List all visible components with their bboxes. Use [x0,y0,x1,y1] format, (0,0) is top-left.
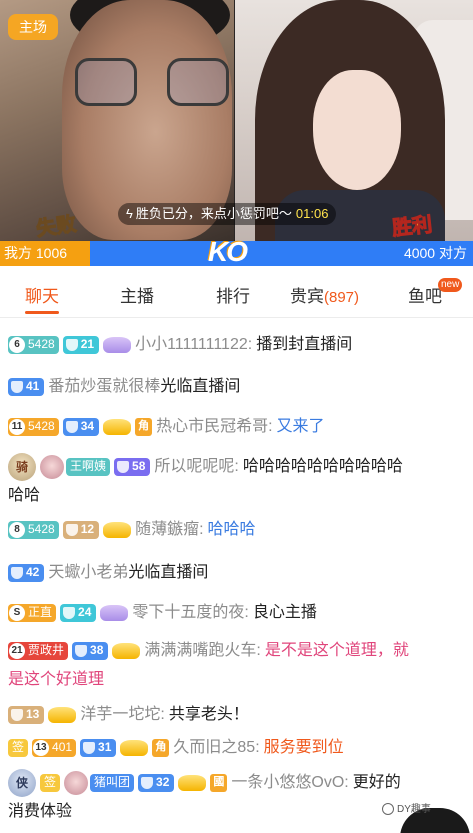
crown-icon [112,642,141,659]
chat-username[interactable]: 久而旧之85: [173,733,259,762]
chat-message: 11 5428 34 角 热心市民冠希哥: 又来了 [8,412,466,441]
noble-avatar: 侠 [8,768,36,797]
room-tag-badge: 21 贾政井 [8,641,69,660]
crown-icon [103,418,132,435]
chat-message: 签 13 401 31 角 久而旧之85: 服务要到位 [8,733,466,762]
vip-count: (897) [324,289,360,306]
user-level-badge: 38 [72,641,109,660]
user-level-badge: 31 [80,738,117,757]
sign-in-badge: 签 [40,773,61,792]
active-tab-indicator [25,311,59,314]
room-tag-badge: S 正直 [8,603,57,622]
chat-text: 光临直播间 [128,564,209,581]
tab-vip-label: 贵宾 [290,287,324,306]
chat-username[interactable]: 零下十五度的夜: [132,598,248,627]
crown-icon [120,739,149,756]
score-our-side: 我方 1006 [0,241,90,266]
new-badge: new [438,278,463,292]
crown-icon [178,774,207,791]
noble-avatar: 骑 [8,452,36,481]
user-level-badge: 24 [60,603,97,622]
chat-message: 41 番茄炒蛋就很棒 光临直播间 [8,372,466,401]
user-level-badge: 42 [8,563,45,582]
tab-rank[interactable]: 排行 [216,282,250,307]
user-level-badge: 34 [62,417,100,436]
fan-badge: 8 5428 [8,520,59,539]
chat-username[interactable]: 所以呢呢呢: [154,452,238,481]
crown-icon [48,706,77,723]
chat-text-continued: 哈哈 [8,487,41,504]
chat-username[interactable]: 天蠍小老弟 [48,558,128,587]
user-level-badge: 12 [62,520,100,539]
chat-text: 哈哈哈 [207,521,256,538]
user-level-badge: 58 [114,457,151,476]
room-tag-badge: 王啊姨 [66,457,111,476]
tab-fishbar[interactable]: 鱼吧 [408,282,442,307]
chat-message: 8 5428 12 随薄鏃瘤: 哈哈哈 [8,515,466,544]
user-level-badge: 41 [8,377,45,396]
wechat-icon [382,803,394,816]
tab-vip[interactable]: 贵宾(897) [290,282,359,307]
chat-username[interactable]: 洋芋一坨坨: [80,700,164,729]
punish-text: 胜负已分，来点小惩罚吧～ [135,206,292,221]
win-stamp: 胜利 [391,213,434,241]
chat-username[interactable]: 一条小悠悠OvO: [231,768,348,797]
chat-message: 侠 签 猪叫团 32 國 一条小悠悠OvO: 更好的 消费体验 [8,768,466,826]
noble-badge: 角 [152,738,170,757]
crown-icon [103,521,132,538]
live-video-area[interactable]: 主场 失败 胜利 ϟ 胜负已分，来点小惩罚吧～ 01:06 我方 1006 4000… [0,0,473,266]
chat-message: S 正直 24 零下十五度的夜: 良心主播 [8,598,466,627]
chat-username[interactable]: 小小1111111122: [135,330,252,359]
chat-list[interactable]: 6 5428 21 小小1111111122: 播到封直播间 41 番茄炒蛋就很棒… [0,320,473,833]
crown-icon [100,604,129,621]
punish-timer: 01:06 [295,206,329,221]
lose-stamp: 失败 [35,213,79,241]
user-level-badge: 21 [62,335,100,354]
chat-text: 是不是这个道理，就 [264,642,409,659]
chat-text: 服务要到位 [263,739,344,756]
chat-username[interactable]: 番茄炒蛋就很棒 [48,372,160,401]
host-avatar [40,454,64,479]
chat-message: 13 洋芋一坨坨: 共享老头！ [8,700,466,729]
room-tag-badge: 猪叫团 [90,773,135,792]
chat-username[interactable]: 随薄鏃瘤: [135,515,203,544]
user-level-badge: 13 [8,705,45,724]
opponent-face [313,70,401,190]
chat-message: 6 5428 21 小小1111111122: 播到封直播间 [8,330,466,359]
sign-in-badge: 签 [8,738,29,757]
score-opponent-side: 4000 对方 [90,241,473,266]
chat-text: 又来了 [276,418,325,435]
chat-username[interactable]: 满满满嘴跑火车: [144,636,260,665]
home-badge: 主场 [8,14,58,40]
tab-chat[interactable]: 聊天 [25,282,59,307]
chat-text: 光临直播间 [160,378,241,395]
chat-message: 骑 王啊姨 58 所以呢呢呢: 哈哈哈哈哈哈哈哈哈哈 哈哈 [8,452,466,510]
chat-message: 42 天蠍小老弟 光临直播间 [8,558,466,587]
chat-text: 共享老头！ [168,706,249,723]
chat-text: 哈哈哈哈哈哈哈哈哈哈 [242,458,403,475]
lightning-icon: ϟ [126,206,133,221]
chat-message: 21 贾政井 38 满满满嘴跑火车: 是不是这个道理，就 是这个好道理 [8,636,466,694]
chat-text: 良心主播 [252,604,317,621]
host-avatar [64,770,89,795]
fan-badge: 11 5428 [8,417,59,436]
punish-banner: ϟ 胜负已分，来点小惩罚吧～ 01:06 [118,203,337,225]
noble-badge: 國 [210,773,228,792]
ko-logo: KO [208,236,248,266]
chat-text: 更好的 [352,774,401,791]
chat-text-continued: 是这个好道理 [8,671,105,688]
tab-bar: 聊天 主播 排行 贵宾(897) 鱼吧 new [0,268,473,318]
tab-host[interactable]: 主播 [120,282,154,307]
chat-username[interactable]: 热心市民冠希哥: [156,412,272,441]
user-level-badge: 32 [138,773,175,792]
watermark: DY趣事 [382,800,431,816]
chat-text: 播到封直播间 [256,336,353,353]
fan-badge: 13 401 [32,738,77,757]
fan-badge: 6 5428 [8,335,59,354]
opponent-video-right [235,0,473,266]
crown-icon [103,336,132,353]
glasses [75,58,235,108]
noble-badge: 角 [135,417,153,436]
